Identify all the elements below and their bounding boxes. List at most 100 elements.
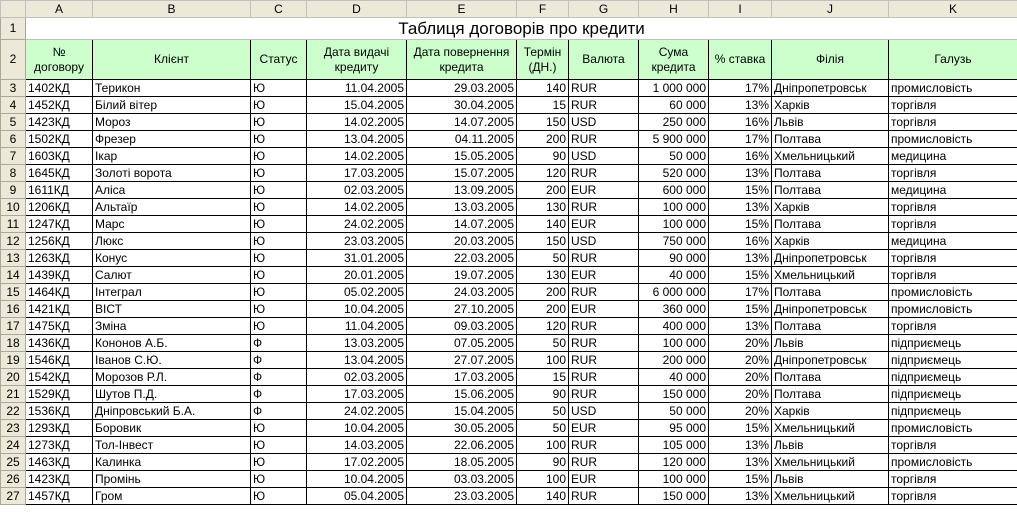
cell-client[interactable]: ВІСТ [92,300,251,318]
cell-issue-date[interactable]: 17.03.2005 [306,164,407,182]
cell-client[interactable]: Промінь [92,470,251,488]
cell-term-days[interactable]: 50 [516,249,569,267]
row-header[interactable]: 6 [0,130,26,148]
cell-loan-amount[interactable]: 100 000 [638,198,709,216]
cell-issue-date[interactable]: 24.02.2005 [306,402,407,420]
cell-contract-no[interactable]: 1529КД [25,385,93,403]
cell-rate[interactable]: 15% [708,181,772,199]
cell-contract-no[interactable]: 1645КД [25,164,93,182]
cell-client[interactable]: Шутов П.Д. [92,385,251,403]
cell-client[interactable]: Боровик [92,419,251,437]
cell-currency[interactable]: EUR [568,470,639,488]
cell-contract-no[interactable]: 1273КД [25,436,93,454]
cell-loan-amount[interactable]: 105 000 [638,436,709,454]
cell-return-date[interactable]: 22.06.2005 [406,436,517,454]
cell-issue-date[interactable]: 11.04.2005 [306,317,407,335]
cell-client[interactable]: Інтеграл [92,283,251,301]
header-issue-date[interactable]: Дата видачі кредиту [306,39,407,80]
cell-return-date[interactable]: 14.07.2005 [406,113,517,131]
cell-currency[interactable]: RUR [568,453,639,471]
cell-term-days[interactable]: 140 [516,487,569,505]
cell-contract-no[interactable]: 1475КД [25,317,93,335]
cell-client[interactable]: Марс [92,215,251,233]
cell-rate[interactable]: 20% [708,368,772,386]
cell-status[interactable]: Ф [250,351,307,369]
cell-status[interactable]: Ю [250,453,307,471]
cell-currency[interactable]: RUR [568,436,639,454]
cell-term-days[interactable]: 150 [516,113,569,131]
cell-status[interactable]: Ю [250,436,307,454]
cell-status[interactable]: Ю [250,249,307,267]
cell-branch[interactable]: Харків [771,96,889,114]
row-header[interactable]: 26 [0,470,26,488]
row-header[interactable]: 24 [0,436,26,454]
cell-issue-date[interactable]: 23.03.2005 [306,232,407,250]
cell-industry[interactable]: торгівля [888,215,1017,233]
cell-branch[interactable]: Дніпропетровськ [771,351,889,369]
cell-rate[interactable]: 16% [708,113,772,131]
cell-loan-amount[interactable]: 150 000 [638,385,709,403]
cell-contract-no[interactable]: 1457КД [25,487,93,505]
cell-rate[interactable]: 17% [708,79,772,97]
cell-client[interactable]: Калинка [92,453,251,471]
cell-status[interactable]: Ю [250,130,307,148]
cell-loan-amount[interactable]: 100 000 [638,334,709,352]
sheet-title[interactable]: Таблиця договорів про кредити [25,17,1017,40]
cell-status[interactable]: Ю [250,300,307,318]
cell-branch[interactable]: Харків [771,402,889,420]
cell-client[interactable]: Гром [92,487,251,505]
cell-industry[interactable]: промисловість [888,283,1017,301]
cell-status[interactable]: Ю [250,96,307,114]
header-return-date[interactable]: Дата повернення кредита [406,39,517,80]
cell-branch[interactable]: Полтава [771,130,889,148]
cell-loan-amount[interactable]: 5 900 000 [638,130,709,148]
cell-status[interactable]: Ю [250,419,307,437]
cell-rate[interactable]: 13% [708,317,772,335]
row-header[interactable]: 8 [0,164,26,182]
cell-contract-no[interactable]: 1439КД [25,266,93,284]
cell-client[interactable]: Конус [92,249,251,267]
cell-contract-no[interactable]: 1452КД [25,96,93,114]
cell-rate[interactable]: 20% [708,402,772,420]
cell-term-days[interactable]: 90 [516,385,569,403]
cell-return-date[interactable]: 13.09.2005 [406,181,517,199]
row-header[interactable]: 14 [0,266,26,284]
cell-issue-date[interactable]: 10.04.2005 [306,419,407,437]
cell-currency[interactable]: USD [568,147,639,165]
cell-currency[interactable]: RUR [568,351,639,369]
cell-currency[interactable]: EUR [568,300,639,318]
row-header-1[interactable]: 1 [0,17,26,40]
cell-return-date[interactable]: 30.04.2005 [406,96,517,114]
cell-industry[interactable]: торгівля [888,198,1017,216]
cell-return-date[interactable]: 27.07.2005 [406,351,517,369]
cell-industry[interactable]: торгівля [888,164,1017,182]
header-rate[interactable]: % ставка [708,39,772,80]
cell-industry[interactable]: підприємець [888,351,1017,369]
cell-status[interactable]: Ю [250,232,307,250]
column-header-k[interactable]: K [888,0,1017,18]
cell-rate[interactable]: 15% [708,419,772,437]
cell-branch[interactable]: Дніпропетровськ [771,300,889,318]
cell-status[interactable]: Ф [250,334,307,352]
cell-issue-date[interactable]: 13.03.2005 [306,334,407,352]
cell-loan-amount[interactable]: 150 000 [638,487,709,505]
cell-currency[interactable]: EUR [568,419,639,437]
cell-currency[interactable]: RUR [568,249,639,267]
row-header[interactable]: 9 [0,181,26,199]
cell-return-date[interactable]: 14.07.2005 [406,215,517,233]
cell-return-date[interactable]: 19.07.2005 [406,266,517,284]
cell-return-date[interactable]: 15.06.2005 [406,385,517,403]
column-header-c[interactable]: C [250,0,307,18]
column-header-e[interactable]: E [406,0,517,18]
cell-issue-date[interactable]: 10.04.2005 [306,300,407,318]
cell-loan-amount[interactable]: 95 000 [638,419,709,437]
row-header[interactable]: 17 [0,317,26,335]
cell-return-date[interactable]: 20.03.2005 [406,232,517,250]
cell-term-days[interactable]: 200 [516,181,569,199]
cell-branch[interactable]: Хмельницький [771,266,889,284]
cell-contract-no[interactable]: 1536КД [25,402,93,420]
row-header[interactable]: 27 [0,487,26,505]
cell-contract-no[interactable]: 1293КД [25,419,93,437]
cell-term-days[interactable]: 130 [516,198,569,216]
cell-branch[interactable]: Львів [771,113,889,131]
